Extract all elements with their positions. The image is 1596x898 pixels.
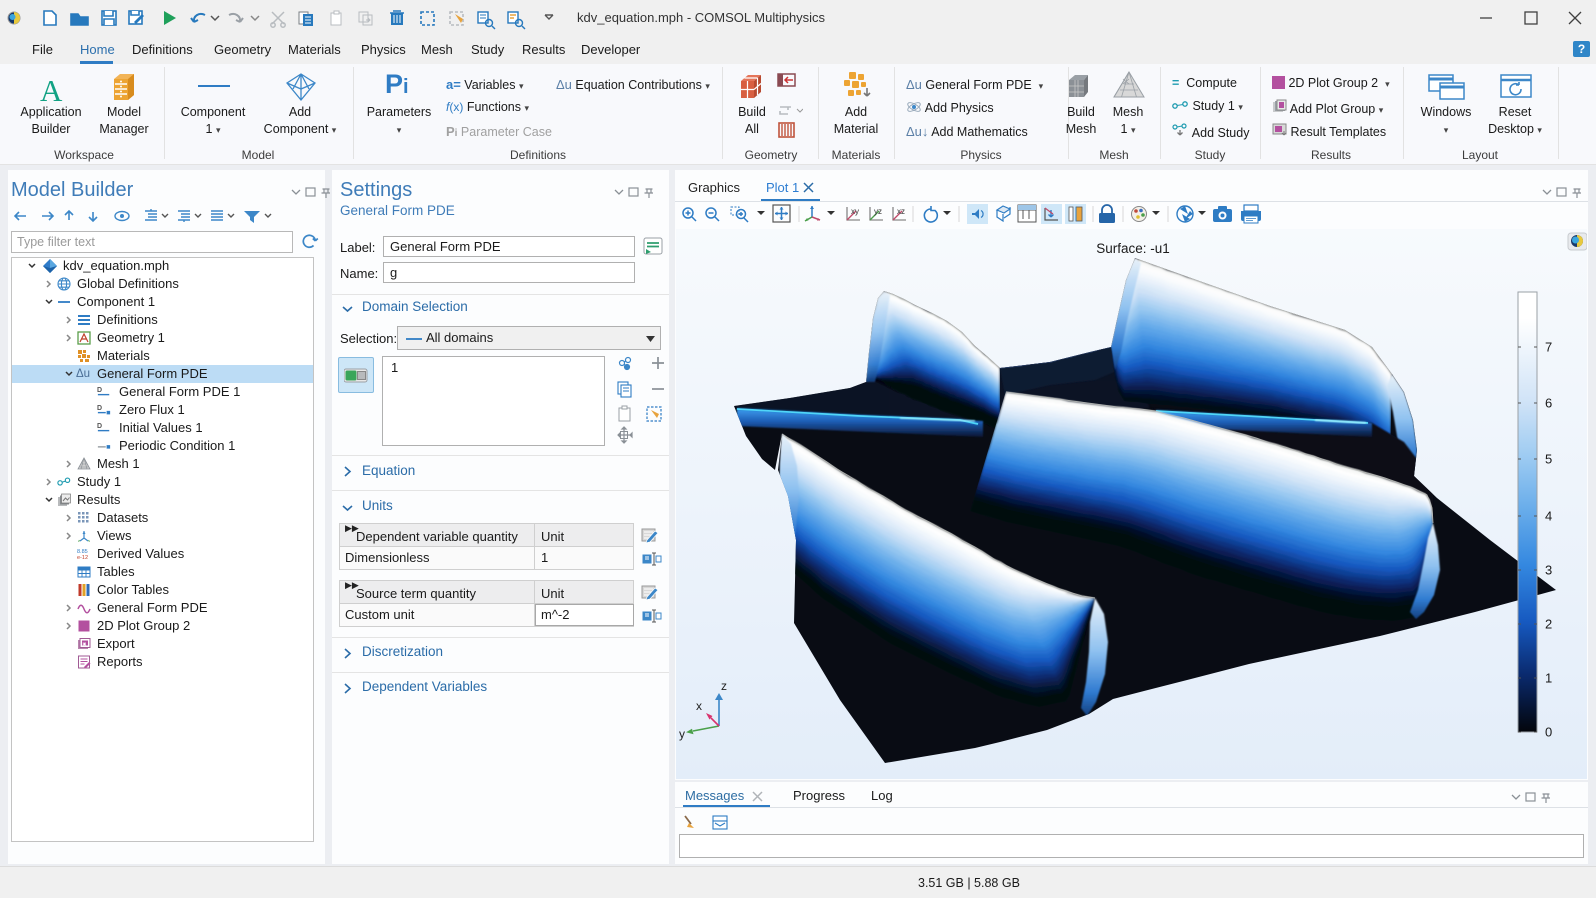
- svg-text:Surface: -u1: Surface: -u1: [1096, 241, 1170, 256]
- svg-text:xz: xz: [897, 207, 905, 216]
- svg-text:y: y: [679, 727, 685, 741]
- svg-text:▣: ▣: [83, 641, 87, 646]
- svg-text:6: 6: [1545, 396, 1552, 411]
- svg-text:xy: xy: [851, 207, 859, 216]
- svg-text:0: 0: [1545, 725, 1552, 740]
- svg-text:2: 2: [1545, 617, 1552, 632]
- svg-text:4: 4: [1545, 509, 1552, 524]
- svg-text:x: x: [696, 699, 702, 713]
- svg-text:3: 3: [1545, 563, 1552, 578]
- svg-text:1: 1: [1545, 671, 1552, 686]
- svg-text:D: D: [97, 405, 102, 412]
- svg-text:D: D: [97, 387, 102, 394]
- svg-text:D: D: [97, 423, 102, 430]
- svg-text:yz: yz: [874, 207, 882, 216]
- svg-text:7: 7: [1545, 340, 1552, 355]
- svg-text:z: z: [721, 679, 727, 693]
- svg-text:e-12: e-12: [77, 555, 88, 561]
- svg-text:5: 5: [1545, 452, 1552, 467]
